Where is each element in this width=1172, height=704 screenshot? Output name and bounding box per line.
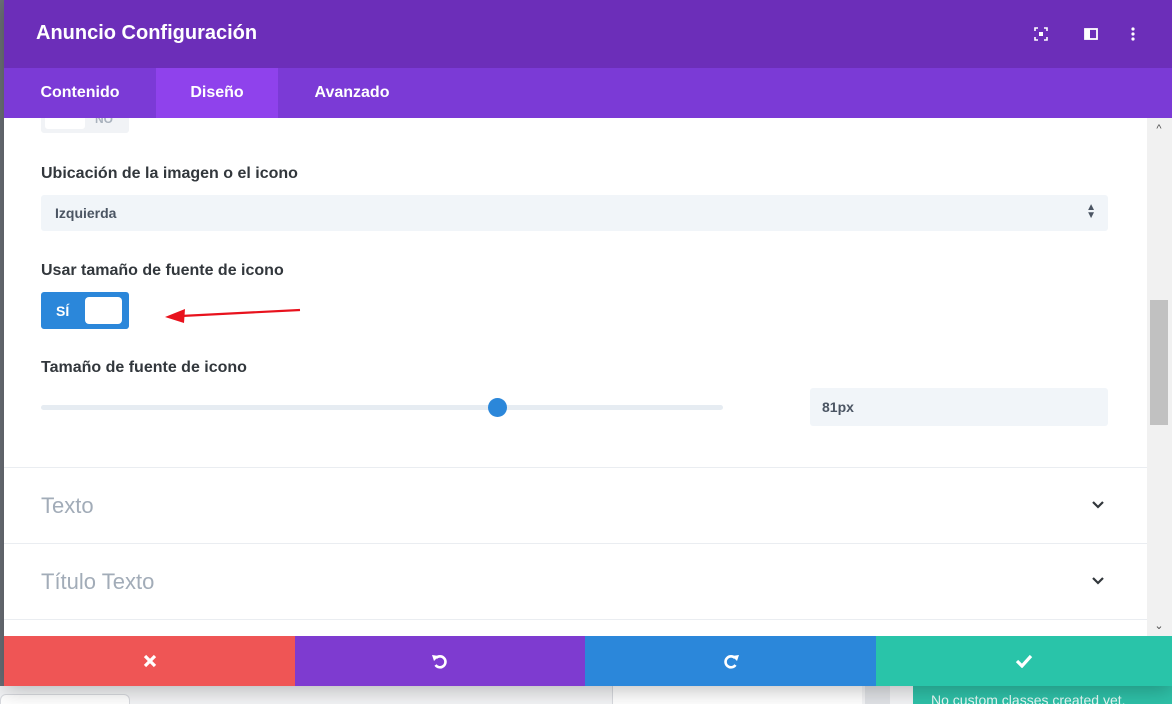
undo-button[interactable] (295, 636, 585, 686)
modal-tabs: Contenido Diseño Avanzado (4, 68, 1172, 118)
icon-font-size-slider-track[interactable] (41, 405, 723, 410)
section-texto[interactable]: Texto (4, 467, 1147, 543)
image-placement-select[interactable]: Izquierda ▲ ▼ (41, 195, 1108, 231)
tab-diseno[interactable]: Diseño (156, 68, 278, 118)
settings-modal: Anuncio Configuración Contenido Diseño A… (4, 0, 1172, 686)
toggle-state-label: SÍ (56, 303, 70, 319)
toggle-knob (85, 297, 122, 324)
icon-font-size-value: 81px (822, 399, 854, 415)
use-icon-font-size-label: Usar tamaño de fuente de icono (41, 262, 284, 279)
section-next (4, 619, 1147, 636)
use-icon-font-size-toggle[interactable]: SÍ (41, 292, 129, 329)
toggle-knob (45, 118, 85, 129)
cancel-button[interactable] (4, 636, 295, 686)
background-panel (612, 686, 862, 704)
undo-icon (432, 655, 447, 669)
chevron-down-icon (1092, 501, 1104, 509)
checkmark-icon (1015, 654, 1033, 668)
icon-font-size-slider-thumb[interactable] (488, 398, 508, 417)
select-arrows-icon: ▲ ▼ (1086, 202, 1096, 221)
section-title: Título Texto (41, 569, 155, 594)
image-placement-value: Izquierda (55, 205, 117, 221)
close-icon (143, 654, 156, 668)
more-vertical-icon[interactable] (1123, 24, 1143, 44)
settings-content: NO Ubicación de la imagen o el icono Izq… (4, 118, 1147, 636)
background-notice: No custom classes created yet. (913, 686, 1172, 704)
toggle-state-label: NO (95, 118, 113, 126)
image-placement-label: Ubicación de la imagen o el icono (41, 165, 298, 182)
chevron-down-icon (1092, 577, 1104, 585)
icon-font-size-label: Tamaño de fuente de icono (41, 359, 247, 376)
background-tab (0, 694, 130, 704)
background-page-bottom: No custom classes created yet. (0, 686, 1172, 704)
redo-button[interactable] (585, 636, 876, 686)
modal-header: Anuncio Configuración (4, 0, 1172, 68)
tab-avanzado[interactable]: Avanzado (278, 68, 426, 118)
annotation-arrow-icon (165, 308, 301, 323)
modal-title: Anuncio Configuración (36, 22, 258, 44)
redo-icon (723, 655, 739, 669)
split-view-icon[interactable] (1081, 24, 1101, 44)
focus-icon[interactable] (1031, 24, 1051, 44)
background-panel-gap (865, 686, 890, 704)
section-titulo-texto[interactable]: Título Texto (4, 543, 1147, 619)
scroll-down-icon[interactable]: ⌄ (1150, 617, 1168, 633)
scrollbar-thumb[interactable] (1150, 300, 1168, 425)
previous-toggle[interactable]: NO (41, 118, 129, 133)
save-button[interactable] (876, 636, 1172, 686)
tab-contenido[interactable]: Contenido (4, 68, 156, 118)
section-title: Texto (41, 493, 94, 518)
icon-font-size-input[interactable]: 81px (810, 388, 1108, 426)
scroll-up-icon[interactable]: ^ (1150, 121, 1168, 137)
modal-footer (4, 636, 1172, 686)
